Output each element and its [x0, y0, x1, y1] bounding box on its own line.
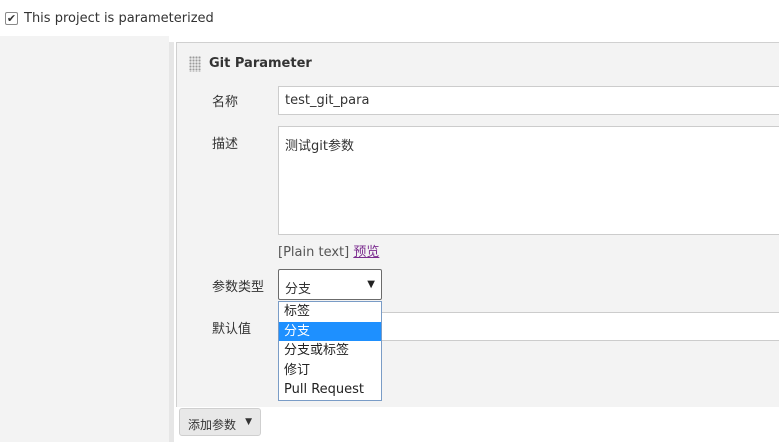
caret-down-icon: ▼	[367, 279, 375, 290]
left-gutter	[0, 36, 169, 442]
default-value-label: 默认值	[212, 322, 252, 337]
name-label: 名称	[212, 95, 239, 110]
add-parameter-label: 添加参数	[188, 418, 237, 432]
parameterized-row: ✔ This project is parameterized	[0, 0, 779, 36]
option-pull-request[interactable]: Pull Request	[279, 380, 381, 400]
parameterized-checkbox[interactable]: ✔	[5, 12, 18, 25]
format-row: [Plain text] 预览	[278, 241, 379, 260]
plain-text-label: [Plain text]	[278, 245, 350, 260]
param-type-label: 参数类型	[212, 280, 265, 295]
description-textarea[interactable]: 测试git参数	[278, 126, 779, 235]
preview-link[interactable]: 预览	[353, 245, 379, 260]
panel-title: Git Parameter	[209, 56, 312, 71]
indent-bar	[169, 42, 174, 442]
option-branch-or-tag[interactable]: 分支或标签	[279, 341, 381, 361]
add-parameter-button[interactable]: 添加参数 ▼	[179, 408, 261, 436]
drag-handle-icon[interactable]	[189, 56, 201, 72]
option-branch[interactable]: 分支	[279, 321, 381, 341]
caret-down-icon: ▼	[245, 417, 252, 427]
description-label: 描述	[212, 137, 239, 152]
param-type-dropdown: 标签 分支 分支或标签 修订 Pull Request	[278, 301, 382, 401]
name-input[interactable]: test_git_para	[278, 86, 779, 115]
check-icon: ✔	[6, 12, 17, 25]
option-revision[interactable]: 修订	[279, 361, 381, 381]
param-type-selected: 分支	[285, 282, 312, 297]
option-tag[interactable]: 标签	[279, 302, 381, 322]
parameterized-label: This project is parameterized	[24, 11, 214, 26]
param-type-select[interactable]: 分支 ▼	[278, 269, 382, 300]
